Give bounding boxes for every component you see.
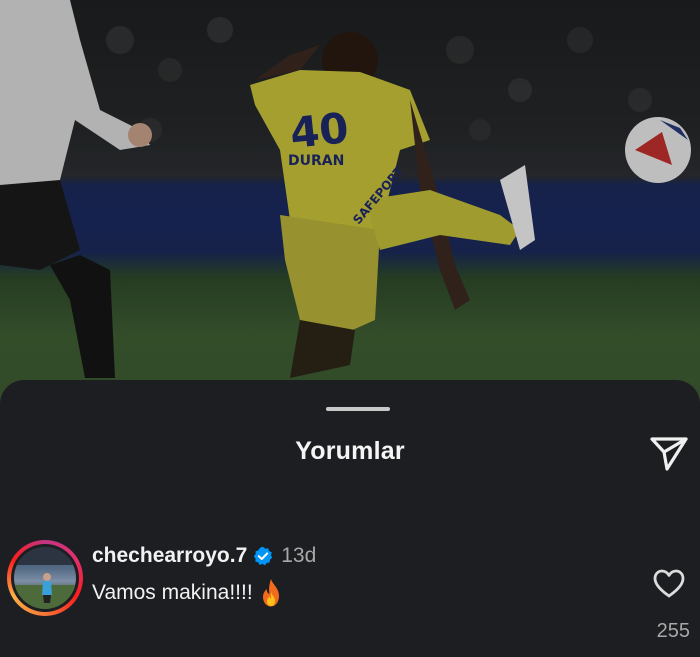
heart-icon[interactable]: [652, 568, 686, 598]
verified-badge-icon: [254, 546, 273, 566]
comments-sheet: Yorumlar chechearroyo.7 13d Vamos makina…: [0, 380, 700, 657]
sheet-title: Yorumlar: [295, 437, 405, 465]
avatar-image: [14, 547, 76, 609]
football-scene: 40 DURAN SAFEPORT: [0, 0, 700, 420]
comment-body: Vamos makina!!!!: [92, 578, 283, 608]
like-count: 255: [656, 620, 690, 642]
comment-header: chechearroyo.7 13d: [92, 543, 316, 569]
drag-handle[interactable]: [326, 407, 390, 411]
avatar[interactable]: [7, 540, 83, 616]
fire-icon: [262, 579, 279, 607]
post-photo: 40 DURAN SAFEPORT: [0, 0, 700, 420]
comment-username[interactable]: chechearroyo.7: [92, 544, 247, 568]
comment-text: Vamos makina!!!!: [92, 581, 253, 604]
share-icon[interactable]: [648, 432, 690, 474]
comment-timestamp: 13d: [281, 544, 317, 567]
